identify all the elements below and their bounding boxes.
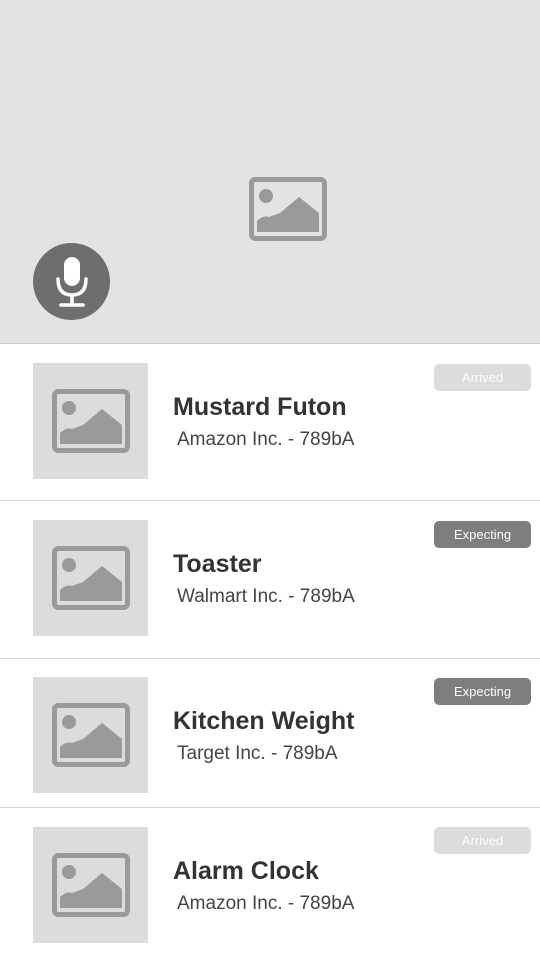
list-item[interactable]: Toaster Walmart Inc. - 789bA Expecting: [0, 502, 540, 659]
item-subtitle: Target Inc. - 789bA: [177, 743, 338, 764]
item-subtitle: Amazon Inc. - 789bA: [177, 893, 355, 914]
item-subtitle: Amazon Inc. - 789bA: [177, 429, 355, 450]
image-placeholder-icon: [249, 177, 327, 241]
item-thumbnail: [33, 520, 148, 636]
status-badge: Arrived: [434, 364, 531, 391]
item-title: Toaster: [173, 550, 262, 578]
item-title: Alarm Clock: [173, 857, 319, 885]
image-placeholder-icon: [51, 853, 130, 917]
voice-search-button[interactable]: [33, 243, 110, 320]
status-badge: Arrived: [434, 827, 531, 854]
item-thumbnail: [33, 827, 148, 943]
item-thumbnail: [33, 363, 148, 479]
status-badge: Expecting: [434, 521, 531, 548]
hero-banner: [0, 0, 540, 344]
item-title: Mustard Futon: [173, 393, 347, 421]
image-placeholder-icon: [51, 546, 130, 610]
image-placeholder-icon: [51, 389, 130, 453]
list-item[interactable]: Alarm Clock Amazon Inc. - 789bA Arrived: [0, 809, 540, 960]
status-badge: Expecting: [434, 678, 531, 705]
image-placeholder-icon: [51, 703, 130, 767]
list-item[interactable]: Mustard Futon Amazon Inc. - 789bA Arrive…: [0, 345, 540, 501]
microphone-icon: [55, 256, 88, 307]
item-thumbnail: [33, 677, 148, 793]
list-item[interactable]: Kitchen Weight Target Inc. - 789bA Expec…: [0, 660, 540, 808]
item-title: Kitchen Weight: [173, 707, 355, 735]
item-subtitle: Walmart Inc. - 789bA: [177, 586, 355, 607]
